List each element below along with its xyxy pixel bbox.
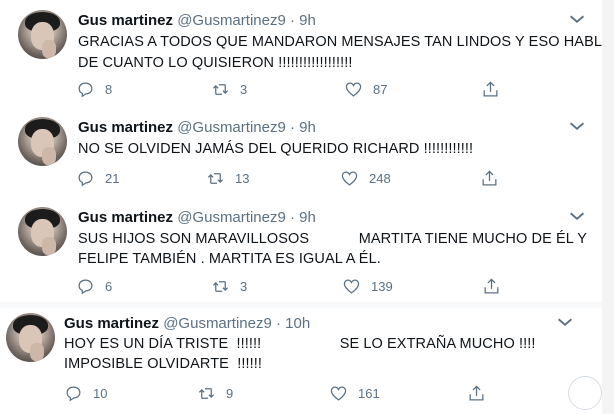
tweet-actions: 10 9 161 — [64, 382, 494, 404]
avatar[interactable] — [18, 207, 67, 256]
user-name[interactable]: Gus martinez — [78, 119, 173, 136]
heart-icon — [341, 171, 358, 186]
tweet-text-line: FELIPE TAMBIÉN . MARTITA ES IGUAL A ÉL. — [78, 251, 381, 267]
retweet-button[interactable]: 9 — [197, 382, 233, 404]
scroll-button[interactable] — [568, 376, 602, 410]
share-icon — [484, 277, 499, 293]
heart-icon — [330, 386, 347, 401]
user-name[interactable]: Gus martinez — [64, 315, 159, 332]
separator-dot: · — [289, 12, 295, 29]
user-handle[interactable]: @Gusmartinez9 — [163, 315, 272, 332]
reply-icon — [78, 171, 93, 186]
tweet-card[interactable]: Gus martinez @Gusmartinez9 · 9h SUS HIJO… — [0, 199, 602, 303]
like-count: 139 — [371, 278, 393, 294]
tweet-header: Gus martinez @Gusmartinez9 · 9h — [78, 12, 316, 29]
chevron-down-icon[interactable] — [566, 205, 588, 227]
tweet-actions: 21 13 248 — [76, 167, 506, 189]
like-count: 248 — [369, 170, 391, 186]
like-button[interactable]: 87 — [344, 78, 387, 100]
chevron-down-icon[interactable] — [566, 115, 588, 137]
tweet-text-line: HOY ES UN DÍA TRISTE !!!!!! SE LO EXTRAÑ… — [64, 336, 536, 352]
heart-icon — [343, 279, 360, 294]
separator-dot: · — [275, 315, 281, 332]
reply-count: 6 — [105, 278, 113, 294]
chevron-down-icon[interactable] — [554, 311, 576, 333]
tweet-header: Gus martinez @Gusmartinez9 · 10h — [64, 315, 310, 332]
like-button[interactable]: 161 — [329, 382, 380, 404]
reply-count: 21 — [105, 170, 120, 186]
user-name[interactable]: Gus martinez — [78, 12, 173, 29]
reply-icon — [78, 82, 93, 97]
retweet-button[interactable]: 3 — [211, 78, 247, 100]
heart-icon — [345, 82, 362, 97]
tweet-text-line: SUS HIJOS SON MARAVILLOSOS MARTITA TIENE… — [78, 231, 588, 247]
tweet-card[interactable]: Gus martinez @Gusmartinez9 · 10h HOY ES … — [0, 308, 602, 414]
retweet-count: 9 — [226, 385, 234, 401]
timestamp[interactable]: 9h — [299, 209, 316, 226]
user-handle[interactable]: @Gusmartinez9 — [177, 119, 286, 136]
tweet-card[interactable]: Gus martinez @Gusmartinez9 · 9h GRACIAS … — [0, 0, 612, 108]
retweet-icon — [212, 280, 229, 292]
like-count: 161 — [358, 385, 380, 401]
retweet-icon — [207, 172, 224, 184]
retweet-button[interactable]: 3 — [211, 275, 247, 297]
retweet-count: 13 — [235, 170, 250, 186]
timestamp[interactable]: 10h — [285, 315, 310, 332]
separator-dot: · — [289, 119, 295, 136]
reply-count: 8 — [105, 81, 113, 97]
like-button[interactable]: 248 — [340, 167, 391, 189]
share-button[interactable] — [482, 275, 501, 297]
reply-icon — [66, 386, 81, 401]
tweet-actions: 6 3 139 — [76, 275, 506, 297]
retweet-icon — [212, 83, 229, 95]
user-handle[interactable]: @Gusmartinez9 — [177, 209, 286, 226]
reply-icon — [78, 279, 93, 294]
share-button[interactable] — [467, 382, 486, 404]
tweet-text-line: DE CUANTO LO QUISIERON !!!!!!!!!!!!!!!!!… — [78, 55, 353, 71]
like-count: 87 — [373, 81, 388, 97]
tweet-header: Gus martinez @Gusmartinez9 · 9h — [78, 209, 316, 226]
timestamp[interactable]: 9h — [299, 119, 316, 136]
reply-button[interactable]: 8 — [76, 78, 112, 100]
share-icon — [482, 169, 497, 185]
chevron-down-icon[interactable] — [566, 8, 588, 30]
tweet-card[interactable]: Gus martinez @Gusmartinez9 · 9h NO SE OL… — [0, 107, 602, 200]
share-icon — [483, 80, 498, 96]
tweet-actions: 8 3 87 — [76, 78, 506, 100]
reply-count: 10 — [93, 385, 108, 401]
reply-button[interactable]: 10 — [64, 382, 107, 404]
retweet-icon — [198, 387, 215, 399]
page-gutter — [602, 0, 614, 414]
retweet-button[interactable]: 13 — [206, 167, 249, 189]
avatar[interactable] — [18, 117, 67, 166]
separator-dot: · — [289, 209, 295, 226]
like-button[interactable]: 139 — [342, 275, 393, 297]
share-icon — [469, 384, 484, 400]
reply-button[interactable]: 21 — [76, 167, 119, 189]
avatar[interactable] — [6, 313, 55, 362]
user-name[interactable]: Gus martinez — [78, 209, 173, 226]
timestamp[interactable]: 9h — [299, 12, 316, 29]
tweet-text-line: NO SE OLVIDEN JAMÁS DEL QUERIDO RICHARD … — [78, 141, 474, 157]
share-button[interactable] — [481, 78, 500, 100]
reply-button[interactable]: 6 — [76, 275, 112, 297]
tweet-header: Gus martinez @Gusmartinez9 · 9h — [78, 119, 316, 136]
avatar[interactable] — [18, 10, 67, 59]
retweet-count: 3 — [240, 81, 248, 97]
tweet-text-line: GRACIAS A TODOS QUE MANDARON MENSAJES TA… — [78, 34, 612, 50]
retweet-count: 3 — [240, 278, 248, 294]
share-button[interactable] — [480, 167, 499, 189]
tweet-text-line: IMPOSIBLE OLVIDARTE !!!!!! — [64, 356, 262, 372]
user-handle[interactable]: @Gusmartinez9 — [177, 12, 286, 29]
